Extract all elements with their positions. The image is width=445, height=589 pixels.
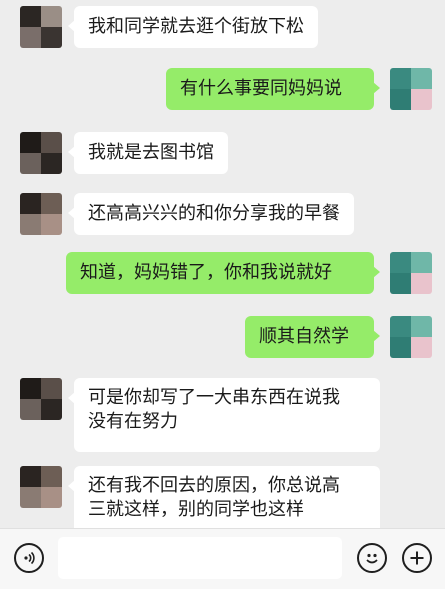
contact-avatar[interactable]: [20, 132, 62, 174]
contact-avatar[interactable]: [20, 6, 62, 48]
chat-area[interactable]: 我和同学就去逛个街放下松 有什么事要同妈妈说 我就是去图书馆 还高高兴兴的和你分…: [0, 0, 445, 528]
contact-avatar[interactable]: [20, 378, 62, 420]
message-bubble-sent[interactable]: 知道，妈妈错了，你和我说就好: [66, 252, 380, 294]
plus-icon[interactable]: [402, 543, 432, 573]
contact-avatar[interactable]: [20, 193, 62, 235]
message-input[interactable]: [58, 537, 342, 579]
message-text-line: 三就这样，别的同学也这样: [88, 499, 304, 520]
user-avatar[interactable]: [390, 252, 432, 294]
voice-icon[interactable]: [14, 543, 44, 573]
contact-avatar[interactable]: [20, 466, 62, 508]
message-bubble-received[interactable]: 还有我不回去的原因，你总说高 三就这样，别的同学也这样: [68, 466, 380, 528]
user-avatar[interactable]: [390, 68, 432, 110]
message-text-line: 没有在努力: [88, 411, 178, 432]
message-bubble-received[interactable]: 可是你却写了一大串东西在说我 没有在努力: [68, 378, 380, 452]
message-bubble-received[interactable]: 还高高兴兴的和你分享我的早餐: [68, 193, 354, 235]
message-text: 我和同学就去逛个街放下松: [88, 16, 304, 37]
message-bubble-sent[interactable]: 顺其自然学: [245, 316, 380, 358]
message-text: 知道，妈妈错了，你和我说就好: [80, 262, 332, 283]
message-text: 我就是去图书馆: [88, 142, 214, 163]
user-avatar[interactable]: [390, 316, 432, 358]
message-text-line: 还有我不回去的原因，你总说高: [88, 475, 340, 496]
message-bubble-received[interactable]: 我和同学就去逛个街放下松: [68, 6, 318, 48]
message-text: 有什么事要同妈妈说: [180, 78, 342, 99]
chat-input-toolbar: [0, 528, 445, 589]
message-bubble-sent[interactable]: 有什么事要同妈妈说: [166, 68, 380, 110]
message-text: 顺其自然学: [259, 326, 349, 347]
message-text: 还高高兴兴的和你分享我的早餐: [88, 203, 340, 224]
emoji-icon[interactable]: [357, 543, 387, 573]
message-bubble-received[interactable]: 我就是去图书馆: [68, 132, 228, 174]
message-text-line: 可是你却写了一大串东西在说我: [88, 387, 340, 408]
